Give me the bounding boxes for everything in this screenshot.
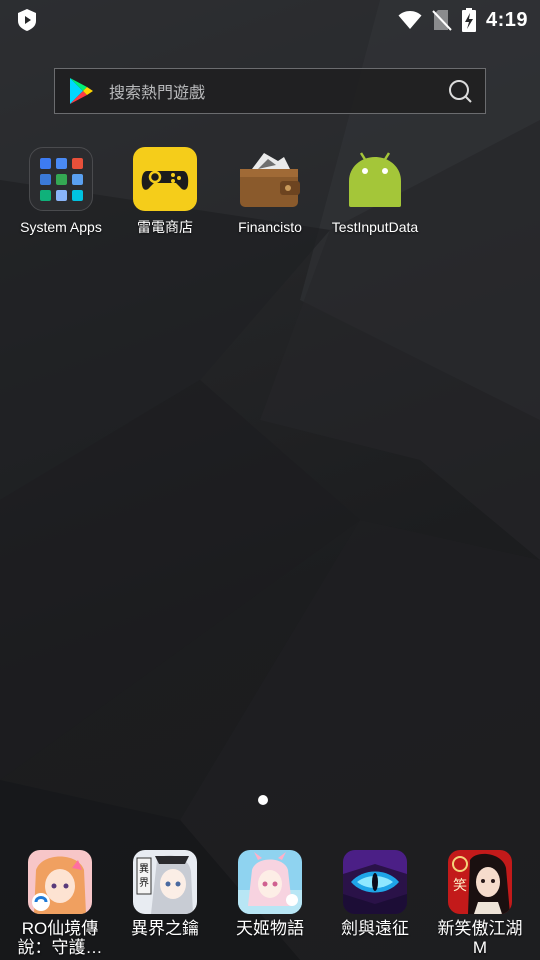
wallet-icon	[238, 147, 302, 211]
app-label: TestInputData	[331, 219, 419, 235]
android-icon	[343, 147, 407, 211]
shield-play-icon	[16, 8, 38, 32]
app-label: 劍與遠征	[341, 919, 409, 938]
anime-girl-icon: 異 界	[133, 850, 197, 914]
search-icon[interactable]	[446, 77, 474, 105]
wuxia-icon: 笑	[448, 850, 512, 914]
app-label: Financisto	[238, 219, 302, 235]
fantasy-girl-icon	[238, 850, 302, 914]
app-label: 雷電商店	[137, 219, 193, 235]
gamepad-store-icon	[133, 147, 197, 211]
ro-game-icon	[28, 850, 92, 914]
status-bar: 4:19	[0, 0, 540, 40]
app-financisto[interactable]: Financisto	[217, 147, 323, 236]
app-label: 新笑傲江湖 M	[437, 919, 523, 957]
google-play-icon	[66, 76, 96, 106]
dock-app-ro[interactable]: RO仙境傳 說：守護…	[6, 850, 114, 957]
svg-text:界: 界	[139, 877, 149, 889]
wallpaper	[0, 0, 540, 960]
battery-charging-icon	[461, 8, 476, 32]
app-system-apps[interactable]: System Apps	[8, 147, 114, 236]
page-indicator-dot	[258, 795, 268, 805]
search-input[interactable]: 搜索熱門遊戲	[109, 79, 446, 103]
app-testinputdata[interactable]: TestInputData	[322, 147, 428, 236]
dragon-eye-icon	[343, 850, 407, 914]
dock-app-xiaoao[interactable]: 笑 新笑傲江湖 M	[426, 850, 534, 957]
clock: 4:19	[485, 8, 528, 31]
svg-text:笑: 笑	[453, 878, 467, 894]
folder-icon	[29, 147, 93, 211]
app-label: 天姬物語	[236, 919, 304, 938]
app-label: 異界之鑰	[131, 919, 199, 938]
app-label: RO仙境傳 說：守護…	[17, 919, 103, 957]
dock-app-tianji[interactable]: 天姬物語	[216, 850, 324, 938]
app-store[interactable]: 雷電商店	[112, 147, 218, 236]
dock-app-yijie[interactable]: 異 界 異界之鑰	[111, 850, 219, 938]
search-bar[interactable]: 搜索熱門遊戲	[54, 68, 486, 114]
svg-text:異: 異	[139, 863, 149, 875]
no-sim-icon	[432, 9, 452, 31]
dock-app-jian[interactable]: 劍與遠征	[321, 850, 429, 938]
wifi-icon	[398, 10, 422, 30]
app-label: System Apps	[20, 219, 102, 235]
